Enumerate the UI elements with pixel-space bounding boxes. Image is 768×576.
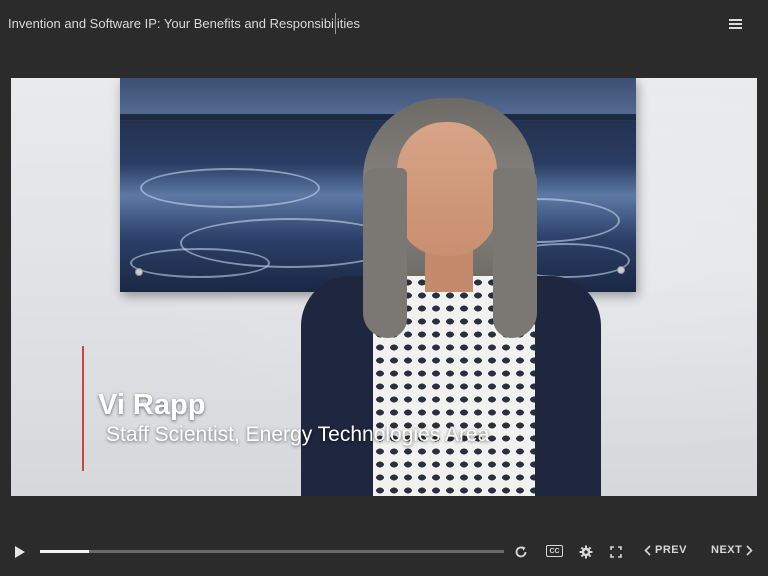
prev-button[interactable]: PREV	[644, 544, 687, 556]
chevron-right-icon	[746, 544, 753, 556]
prev-label: PREV	[655, 544, 687, 556]
speaker-role: Staff Scientist, Energy Technologies Are…	[106, 423, 490, 446]
top-bar: Invention and Software IP: Your Benefits…	[0, 0, 768, 48]
gear-icon[interactable]	[577, 543, 595, 561]
title-divider	[335, 13, 336, 34]
chevron-left-icon	[644, 544, 651, 556]
course-title: Invention and Software IP: Your Benefits…	[8, 16, 360, 31]
fullscreen-icon[interactable]	[607, 543, 625, 561]
play-icon[interactable]	[12, 544, 28, 560]
replay-icon[interactable]	[512, 543, 530, 561]
player-controls: CC PREV NEXT	[0, 530, 768, 576]
video-player[interactable]: Vi Rapp Staff Scientist, Energy Technolo…	[11, 78, 757, 496]
progress-fill	[40, 550, 89, 553]
lower-third-accent	[82, 346, 84, 471]
speaker-name: Vi Rapp	[98, 389, 206, 421]
next-label: NEXT	[711, 544, 743, 556]
closed-captions-button[interactable]: CC	[546, 545, 563, 557]
progress-bar[interactable]	[40, 550, 504, 553]
hamburger-menu-icon[interactable]	[726, 14, 746, 34]
next-button[interactable]: NEXT	[711, 544, 753, 556]
